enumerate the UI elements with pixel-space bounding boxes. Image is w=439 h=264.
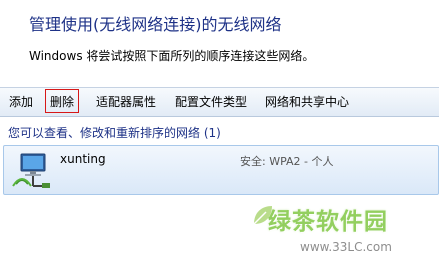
- watermark-url: www.33LC.com: [300, 240, 392, 254]
- network-list-label: 您可以查看、修改和重新排序的网络 (1): [8, 126, 221, 140]
- wireless-network-icon: [12, 153, 50, 188]
- watermark-logo: 绿茶软件园: [268, 209, 388, 235]
- toolbar: 添加 删除 适配器属性 配置文件类型 网络和共享中心: [0, 87, 439, 117]
- network-sharing-center-button[interactable]: 网络和共享中心: [265, 93, 349, 111]
- add-button[interactable]: 添加: [9, 93, 33, 111]
- delete-button[interactable]: 删除: [45, 89, 80, 113]
- network-security: 安全: WPA2 - 个人: [240, 155, 334, 168]
- network-list-item[interactable]: xunting 安全: WPA2 - 个人: [3, 145, 439, 195]
- profile-type-button[interactable]: 配置文件类型: [175, 93, 247, 111]
- adapter-properties-button[interactable]: 适配器属性: [96, 93, 156, 111]
- page-description: Windows 将尝试按照下面所列的顺序连接这些网络。: [29, 49, 315, 63]
- page-title: 管理使用(无线网络连接)的无线网络: [29, 15, 282, 34]
- network-name: xunting: [60, 152, 106, 166]
